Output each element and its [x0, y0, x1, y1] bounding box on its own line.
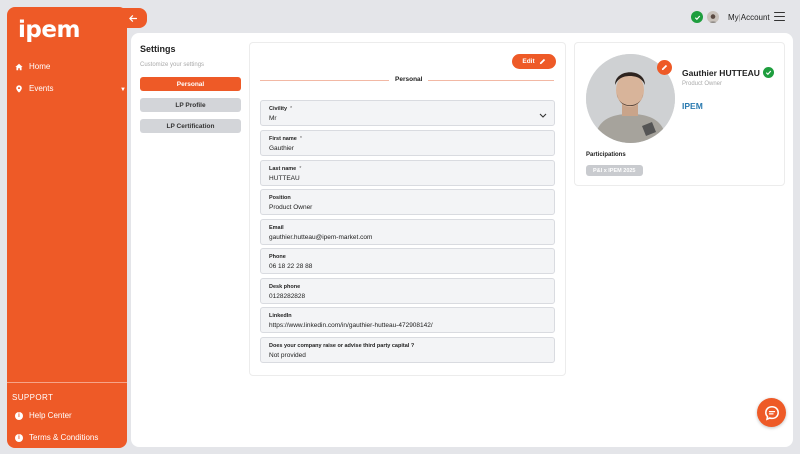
linkedin-field[interactable]: LinkedIn https://www.linkedin.com/in/gau…: [260, 307, 555, 333]
ipem-logo[interactable]: ipem: [18, 17, 80, 43]
sidebar-item-label: Terms & Conditions: [29, 433, 99, 442]
hamburger-menu-icon[interactable]: [774, 12, 785, 21]
phone-value: 06 18 22 28 88: [269, 263, 313, 270]
first-name-value: Gauthier: [269, 145, 294, 152]
last-name-field[interactable]: Last name * HUTTEAU: [260, 160, 555, 186]
settings-tab-lp-certification[interactable]: LP Certification: [140, 119, 241, 133]
personal-form-card: Edit Personal Civility * Mr First name * G…: [249, 42, 566, 376]
sidebar-item-help-center[interactable]: i Help Center: [15, 411, 72, 420]
chat-button[interactable]: [757, 398, 786, 427]
civility-select[interactable]: Civility * Mr: [260, 100, 555, 126]
profile-name: Gauthier HUTTEAU: [682, 67, 774, 78]
sidebar-item-label: Home: [29, 62, 51, 71]
edit-button[interactable]: Edit: [512, 54, 556, 69]
capital-field[interactable]: Does your company raise or advise third …: [260, 337, 555, 363]
my-account-link[interactable]: My|Account: [728, 13, 770, 22]
arrow-left-icon: [128, 14, 137, 22]
sidebar-item-label: Help Center: [29, 411, 72, 420]
verified-check-icon: [691, 11, 703, 23]
first-name-field[interactable]: First name * Gauthier: [260, 130, 555, 156]
section-title: Personal: [389, 76, 429, 83]
sidebar-item-terms[interactable]: i Terms & Conditions: [15, 433, 98, 442]
pencil-icon: [539, 58, 545, 65]
sidebar: ipem Home Events ▼ SUPPORT i Help Center…: [7, 7, 127, 448]
desk-phone-value: 0128282828: [269, 293, 306, 300]
support-title: SUPPORT: [12, 393, 54, 402]
header-avatar[interactable]: [707, 11, 719, 23]
email-field[interactable]: Email gauthier.hutteau@ipem-market.com: [260, 219, 555, 245]
sidebar-item-label: Events: [29, 84, 54, 93]
chevron-down-icon[interactable]: ▼: [120, 87, 126, 93]
linkedin-value: https://www.linkedin.com/in/gauthier-hut…: [269, 322, 433, 329]
page-title: Settings: [140, 44, 176, 54]
phone-field[interactable]: Phone 06 18 22 28 88: [260, 248, 555, 274]
capital-value: Not provided: [269, 352, 306, 359]
profile-card: Gauthier HUTTEAU Product Owner IPEM Part…: [574, 42, 785, 186]
collapse-sidebar-button[interactable]: [118, 8, 147, 28]
main-panel: Settings Customize your settings Persona…: [131, 33, 793, 447]
edit-avatar-button[interactable]: [657, 60, 672, 75]
participation-tag: P&I x IPEM 2025: [586, 165, 643, 176]
info-icon: i: [15, 411, 23, 420]
page-subtitle: Customize your settings: [140, 62, 205, 68]
sidebar-item-home[interactable]: Home: [15, 62, 50, 71]
position-field[interactable]: Position Product Owner: [260, 189, 555, 215]
position-value: Product Owner: [269, 204, 313, 211]
last-name-value: HUTTEAU: [269, 175, 300, 182]
desk-phone-field[interactable]: Desk phone 0128282828: [260, 278, 555, 304]
participations-title: Participations: [586, 152, 626, 158]
info-icon: i: [15, 433, 23, 442]
profile-company: IPEM: [682, 101, 703, 111]
pencil-icon: [661, 64, 668, 71]
chat-bubble-icon: [764, 405, 779, 420]
location-pin-icon: [16, 84, 22, 93]
civility-value: Mr: [269, 115, 277, 122]
verified-check-icon: [762, 67, 774, 78]
sidebar-item-events[interactable]: Events: [15, 84, 53, 93]
settings-tab-personal[interactable]: Personal: [140, 77, 241, 91]
home-icon: [15, 63, 23, 70]
settings-tab-lp-profile[interactable]: LP Profile: [140, 98, 241, 112]
sidebar-divider: [7, 382, 127, 383]
chevron-down-icon: [539, 113, 547, 118]
email-value: gauthier.hutteau@ipem-market.com: [269, 234, 373, 241]
profile-role: Product Owner: [682, 81, 723, 87]
